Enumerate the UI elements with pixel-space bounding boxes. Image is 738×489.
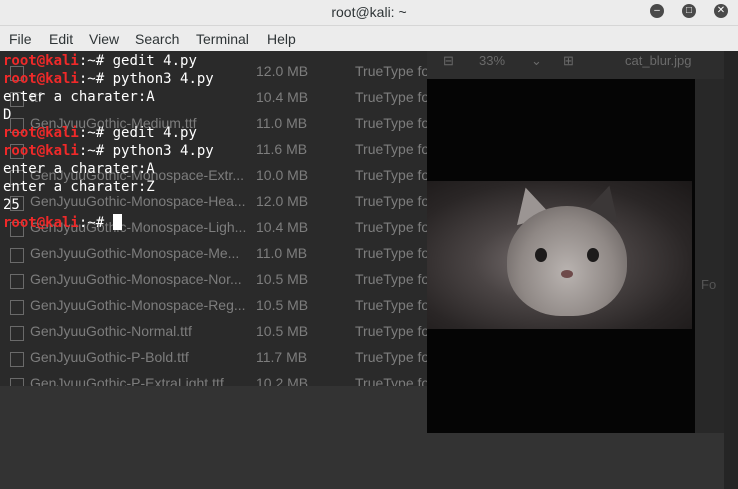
command-text: python3 4.py <box>112 143 214 159</box>
maximize-icon[interactable]: □ <box>682 4 696 18</box>
terminal-output-line: enter a charater:Z <box>3 179 155 195</box>
terminal-prompt-line: root@kali:~# gedit 4.py <box>3 52 214 70</box>
cat-eye-right <box>587 248 599 262</box>
file-name: GenJyuuGothic-P-Bold.ttf <box>30 349 189 365</box>
file-size: 12.0 MB <box>256 193 309 209</box>
prompt-path: :~# <box>78 143 105 159</box>
background-file-row: GenJyuuGothic-Monospace-Nor... 10.5 MB Tru… <box>10 267 440 293</box>
font-file-icon <box>10 300 24 315</box>
close-icon[interactable]: ✕ <box>714 4 728 18</box>
prompt-path: :~# <box>78 125 105 141</box>
cat-nose <box>561 270 573 278</box>
file-type: TrueType fo <box>355 193 430 209</box>
file-size: 12.0 MB <box>256 63 309 79</box>
cat-image <box>427 180 692 329</box>
zoom-out-icon: ⊟ <box>443 53 454 68</box>
file-size: 10.4 MB <box>256 219 309 235</box>
title-bar: root@kali: ~ – □ ✕ <box>0 0 738 26</box>
terminal-output-line: enter a charater:A <box>3 161 155 177</box>
terminal-prompt-line: root@kali:~# gedit 4.py <box>3 124 214 142</box>
file-type: TrueType fo <box>355 349 430 365</box>
prompt-user: root@kali <box>3 143 79 159</box>
file-size: 11.6 MB <box>256 141 308 157</box>
file-type: TrueType fo <box>355 89 430 105</box>
file-name: GenJyuuGothic-Monospace-Me... <box>30 245 240 261</box>
background-viewer-toolbar: ⊟ 33% ⌄ ⊞ cat_blur.jpg <box>427 51 738 79</box>
font-file-icon <box>10 274 24 289</box>
background-file-row: GenJyuuGothic-P-Bold.ttf 11.7 MB TrueType … <box>10 345 440 371</box>
file-type: TrueType fo <box>355 63 430 79</box>
minimize-icon[interactable]: – <box>650 4 664 18</box>
file-size: 11.0 MB <box>256 245 308 261</box>
terminal-scrollbar[interactable] <box>724 51 738 489</box>
terminal-output-line: enter a charater:A <box>3 89 155 105</box>
terminal-output: root@kali:~# gedit 4.py root@kali:~# pyth… <box>3 52 214 232</box>
cat-face <box>507 206 627 316</box>
terminal-area[interactable]: 12.0 MB TrueType fo ttf 10.4 MB TrueType fo G… <box>0 51 738 489</box>
font-file-icon <box>10 326 24 341</box>
file-type: TrueType fo <box>355 323 430 339</box>
chevron-down-icon: ⌄ <box>531 53 542 68</box>
background-file-row: GenJyuuGothic-Normal.ttf 10.5 MB TrueType … <box>10 319 440 345</box>
terminal-output-line: D <box>3 107 12 123</box>
file-size: 11.7 MB <box>256 349 308 365</box>
file-type: TrueType fo <box>355 271 430 287</box>
command-text: gedit 4.py <box>112 53 197 69</box>
side-panel-label: Fo <box>701 277 717 292</box>
menu-bar: File Edit View Search Terminal Help <box>0 26 738 52</box>
prompt-user: root@kali <box>3 71 79 87</box>
background-image-viewer <box>427 79 695 433</box>
text-cursor[interactable] <box>112 214 122 230</box>
file-size: 10.4 MB <box>256 89 309 105</box>
prompt-user: root@kali <box>3 125 79 141</box>
file-type: TrueType fo <box>355 141 430 157</box>
file-size: 11.0 MB <box>256 115 308 131</box>
viewer-filename: cat_blur.jpg <box>625 53 692 68</box>
terminal-prompt-line: root@kali:~# python3 4.py <box>3 70 214 88</box>
file-name: GenJyuuGothic-Normal.ttf <box>30 323 192 339</box>
file-type: TrueType fo <box>355 297 430 313</box>
prompt-path: :~# <box>78 53 105 69</box>
prompt-user: root@kali <box>3 53 79 69</box>
file-name: GenJyuuGothic-Monospace-Nor... <box>30 271 242 287</box>
command-text: gedit 4.py <box>112 125 197 141</box>
cat-eye-left <box>535 248 547 262</box>
zoom-in-icon: ⊞ <box>563 53 574 68</box>
menu-help[interactable]: Help <box>267 31 296 47</box>
file-name: GenJyuuGothic-Monospace-Reg... <box>30 297 246 313</box>
zoom-level: 33% <box>479 53 506 68</box>
font-file-icon <box>10 352 24 367</box>
terminal-prompt-line: root@kali:~# <box>3 214 214 232</box>
command-text: python3 4.py <box>112 71 214 87</box>
background-file-row: GenJyuuGothic-Monospace-Me... 11.0 MB True… <box>10 241 440 267</box>
prompt-user: root@kali <box>3 215 79 231</box>
font-file-icon <box>10 248 24 263</box>
file-type: TrueType fo <box>355 115 430 131</box>
menu-view[interactable]: View <box>89 31 119 47</box>
menu-terminal[interactable]: Terminal <box>196 31 249 47</box>
prompt-path: :~# <box>78 71 105 87</box>
terminal-prompt-line: root@kali:~# python3 4.py <box>3 142 214 160</box>
menu-file[interactable]: File <box>9 31 32 47</box>
file-size: 10.5 MB <box>256 271 309 287</box>
menu-edit[interactable]: Edit <box>49 31 73 47</box>
terminal-output-line: 25 <box>3 197 20 213</box>
file-type: TrueType fo <box>355 245 430 261</box>
file-type: TrueType fo <box>355 167 430 183</box>
background-file-row: GenJyuuGothic-Monospace-Reg... 10.5 MB Tru… <box>10 293 440 319</box>
prompt-path: :~# <box>78 215 105 231</box>
file-type: TrueType fo <box>355 219 430 235</box>
menu-search[interactable]: Search <box>135 31 179 47</box>
file-size: 10.0 MB <box>256 167 309 183</box>
window-title: root@kali: ~ <box>331 4 407 20</box>
file-size: 10.5 MB <box>256 297 309 313</box>
file-size: 10.5 MB <box>256 323 309 339</box>
